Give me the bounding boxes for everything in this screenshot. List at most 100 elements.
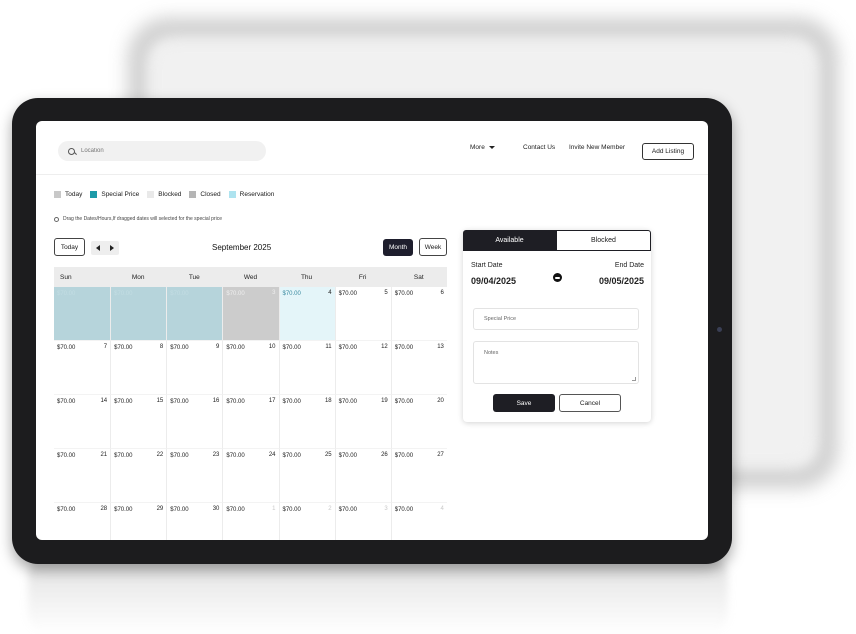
weekday-label: Wed [243, 273, 258, 281]
next-month-icon[interactable] [110, 245, 114, 251]
resize-handle-icon[interactable] [632, 377, 636, 381]
calendar-day-cell[interactable]: $70.00 19 [334, 395, 391, 449]
day-number: 8 [159, 344, 164, 350]
calendar-day-cell[interactable]: $70.00 3 [334, 503, 391, 540]
search-bar[interactable] [58, 141, 266, 161]
calendar-day-cell[interactable]: $70.00 28 [54, 503, 110, 540]
calendar-day-cell[interactable]: $70.00 5 [334, 287, 391, 341]
tab-blocked[interactable]: Blocked [556, 230, 651, 251]
add-listing-button[interactable]: Add Listing [642, 143, 694, 160]
calendar-week-row: $70.00 7 $70.00 8 $70.00 9 $70.00 10 $70.00 11 $70… [54, 341, 447, 395]
day-price: $70.00 [226, 291, 245, 297]
day-number: 20 [437, 398, 444, 404]
calendar-day-cell[interactable]: $70.00 7 [54, 341, 111, 395]
day-price: $70.00 [338, 507, 357, 513]
calendar-day-cell[interactable]: $70.00 12 [334, 341, 391, 395]
calendar-day-cell[interactable]: $70.00 6 [390, 287, 447, 341]
calendar-day-cell[interactable]: $70.00 4 [278, 287, 335, 341]
app-screen: More Contact Us Invite New Member Add Li… [36, 121, 708, 540]
day-price: $70.00 [338, 399, 357, 405]
calendar-day-cell[interactable]: $70.00 4 [390, 503, 447, 540]
day-price: $70.00 [226, 507, 245, 513]
day-number: 24 [268, 452, 276, 458]
week-view-button[interactable]: Week [419, 238, 447, 256]
search-input[interactable] [81, 148, 241, 154]
day-number: 27 [437, 452, 444, 458]
today-button[interactable]: Today [54, 238, 85, 256]
calendar-day-cell[interactable]: $70.00 25 [278, 449, 335, 503]
calendar-day-cell[interactable]: $70.00 20 [390, 395, 447, 449]
calendar-day-cell[interactable]: $70.00 29 [110, 503, 166, 540]
day-price: $70.00 [338, 345, 357, 351]
drag-note-text: Drag the Dates/Hours,If dragged dates wi… [63, 216, 222, 222]
calendar-day-cell[interactable]: $70.00 8 [110, 341, 167, 395]
day-number: 10 [268, 344, 276, 350]
calendar-day-cell[interactable]: $70.00 26 [334, 449, 391, 503]
calendar-day-cell[interactable]: $70.00 24 [222, 449, 279, 503]
calendar-day-cell[interactable]: $70.00 13 [390, 341, 447, 395]
calendar-day-cell[interactable]: $70.00 9 [166, 341, 223, 395]
day-number: 2 [328, 506, 332, 512]
search-icon [68, 147, 75, 155]
start-date-value[interactable]: 09/04/2025 [471, 276, 516, 286]
prev-month-icon[interactable] [96, 245, 100, 251]
nav-invite-member[interactable]: Invite New Member [569, 144, 625, 151]
day-number: 6 [440, 290, 444, 296]
calendar-day-cell[interactable]: $70.00 10 [222, 341, 279, 395]
calendar-day-cell[interactable]: $70.00 22 [110, 449, 167, 503]
calendar-day-cell[interactable]: $70.00 11 [278, 341, 335, 395]
weekday-label: Tue [188, 273, 200, 281]
weekday-label: Sat [413, 273, 424, 281]
tab-available[interactable]: Available [463, 230, 556, 251]
day-price: $70.00 [114, 291, 133, 297]
calendar-day-cell[interactable]: $70.00 [110, 287, 167, 341]
special-price-input[interactable]: Special Price [473, 308, 639, 330]
availability-panel: Available Blocked Start Date 09/04/2025 … [463, 230, 651, 422]
legend-label: Reservation [239, 191, 275, 198]
day-number: 4 [328, 290, 332, 296]
day-price: $70.00 [226, 345, 245, 351]
legend: Today Special Price Blocked Closed Reservati… [54, 191, 277, 198]
calendar-day-cell[interactable]: $70.00 [166, 287, 223, 341]
calendar-day-cell[interactable]: $70.00 18 [278, 395, 335, 449]
legend-item: Closed [189, 191, 221, 198]
month-title: September 2025 [212, 243, 272, 252]
calendar-day-cell[interactable]: $70.00 21 [54, 449, 111, 503]
end-date-value[interactable]: 09/05/2025 [599, 276, 644, 286]
calendar-day-cell[interactable]: $70.00 3 [222, 287, 279, 341]
day-number: 14 [100, 398, 108, 404]
calendar-day-cell[interactable]: $70.00 23 [166, 449, 223, 503]
day-number: 9 [216, 344, 220, 350]
arrow-right-icon [553, 273, 562, 282]
nav-contact-us[interactable]: Contact Us [523, 144, 555, 151]
day-number: 3 [272, 290, 276, 296]
legend-label: Blocked [158, 191, 182, 198]
end-date-label: End Date [614, 262, 644, 269]
calendar-day-cell[interactable]: $70.00 14 [54, 395, 111, 449]
notes-textarea[interactable]: Notes [473, 341, 639, 384]
weekday-label: Fri [358, 273, 367, 281]
legend-swatch-icon [90, 191, 98, 198]
calendar-day-cell[interactable]: $70.00 1 [222, 503, 278, 540]
calendar-week-row: $70.00 21 $70.00 22 $70.00 23 $70.00 24 $70.00 25… [54, 449, 447, 503]
day-price: $70.00 [170, 507, 189, 513]
day-number: 15 [156, 398, 164, 404]
day-number: 1 [272, 506, 276, 512]
day-number: 12 [381, 344, 388, 350]
calendar-day-cell[interactable]: $70.00 16 [166, 395, 223, 449]
calendar-week-row: $70.00 14 $70.00 15 $70.00 16 $70.00 17 $70.00 18… [54, 395, 447, 449]
calendar-day-cell[interactable]: $70.00 [54, 287, 111, 341]
weekday-label: Mon [131, 273, 145, 281]
day-price: $70.00 [57, 399, 76, 405]
month-view-button[interactable]: Month [383, 239, 413, 256]
calendar-day-cell[interactable]: $70.00 2 [278, 503, 335, 540]
nav-more-menu[interactable]: More [470, 144, 495, 151]
calendar-day-cell[interactable]: $70.00 27 [390, 449, 447, 503]
calendar-day-cell[interactable]: $70.00 30 [166, 503, 222, 540]
calendar-day-cell[interactable]: $70.00 17 [222, 395, 279, 449]
save-button[interactable]: Save [493, 394, 555, 412]
legend-label: Today [65, 191, 83, 198]
cancel-button[interactable]: Cancel [559, 394, 621, 412]
drag-note: Drag the Dates/Hours,If dragged dates wi… [54, 216, 222, 222]
calendar-day-cell[interactable]: $70.00 15 [110, 395, 167, 449]
